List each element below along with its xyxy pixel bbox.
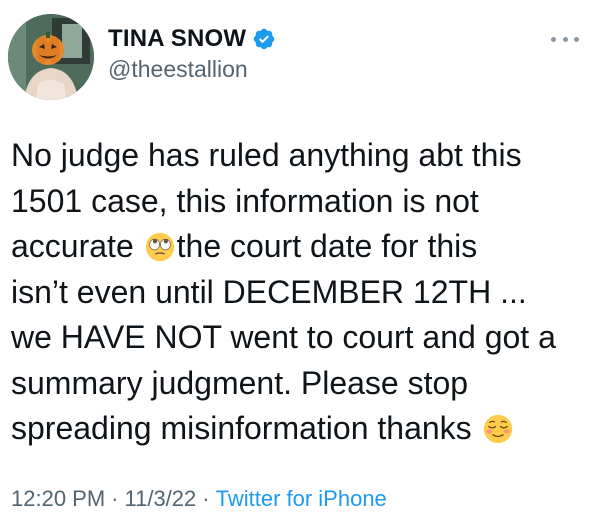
more-dot — [551, 36, 556, 42]
tweet-line: we HAVE NOT went to court and got a — [11, 315, 591, 361]
tweet-line: spreading misinformation thanks — [11, 406, 591, 452]
tweet-line-text: accurate — [11, 228, 143, 264]
tweet-line: summary judgment. Please stop — [11, 361, 591, 407]
avatar-pumpkin-mask-icon — [8, 14, 94, 100]
tweet-line-text: summary judgment. Please stop — [11, 364, 469, 401]
tweet-source-link[interactable]: Twitter for iPhone — [216, 486, 387, 511]
relieved-face-emoji-icon — [483, 414, 512, 444]
tweet-line-text: spreading misinformation thanks — [11, 410, 481, 446]
display-name[interactable]: TINA SNOW — [108, 25, 246, 53]
tweet-line-text: the court date for this — [176, 228, 478, 264]
tweet-line: No judge has ruled anything abt this — [11, 133, 591, 179]
tweet-line: isn’t even until DECEMBER 12TH ... — [11, 270, 591, 316]
separator: · — [111, 486, 119, 511]
tweet-line: 1501 case, this information is not — [11, 179, 591, 225]
tweet-line-text: 1501 case, this information is not — [11, 182, 479, 219]
name-row: TINA SNOW — [108, 24, 276, 54]
author-block: TINA SNOW @theestallion — [108, 24, 276, 83]
tweet-line-text: we HAVE NOT went to court and got a — [11, 319, 556, 355]
more-dot — [574, 36, 579, 42]
tweet-date[interactable]: 11/3/22 — [125, 486, 197, 511]
tweet-line-text: No judge has ruled anything abt this — [11, 137, 522, 173]
tweet-metadata: 12:20 PM · 11/3/22 · Twitter for iPhone — [11, 486, 387, 512]
avatar[interactable] — [8, 14, 94, 100]
more-dot — [562, 36, 568, 42]
tweet-text: No judge has ruled anything abt this 150… — [11, 133, 591, 452]
separator: · — [202, 486, 210, 511]
handle[interactable]: @theestallion — [108, 56, 276, 83]
more-options-icon[interactable] — [551, 34, 579, 44]
rolling-eyes-emoji-icon — [145, 232, 174, 262]
tweet-line: accurate the court date for this — [11, 224, 591, 270]
tweet-time[interactable]: 12:20 PM — [11, 486, 105, 511]
tweet-card: TINA SNOW @theestallion No judge has rul… — [0, 0, 595, 527]
tweet-line-text: isn’t even until DECEMBER 12TH ... — [11, 273, 527, 310]
verified-badge-icon — [253, 28, 275, 50]
